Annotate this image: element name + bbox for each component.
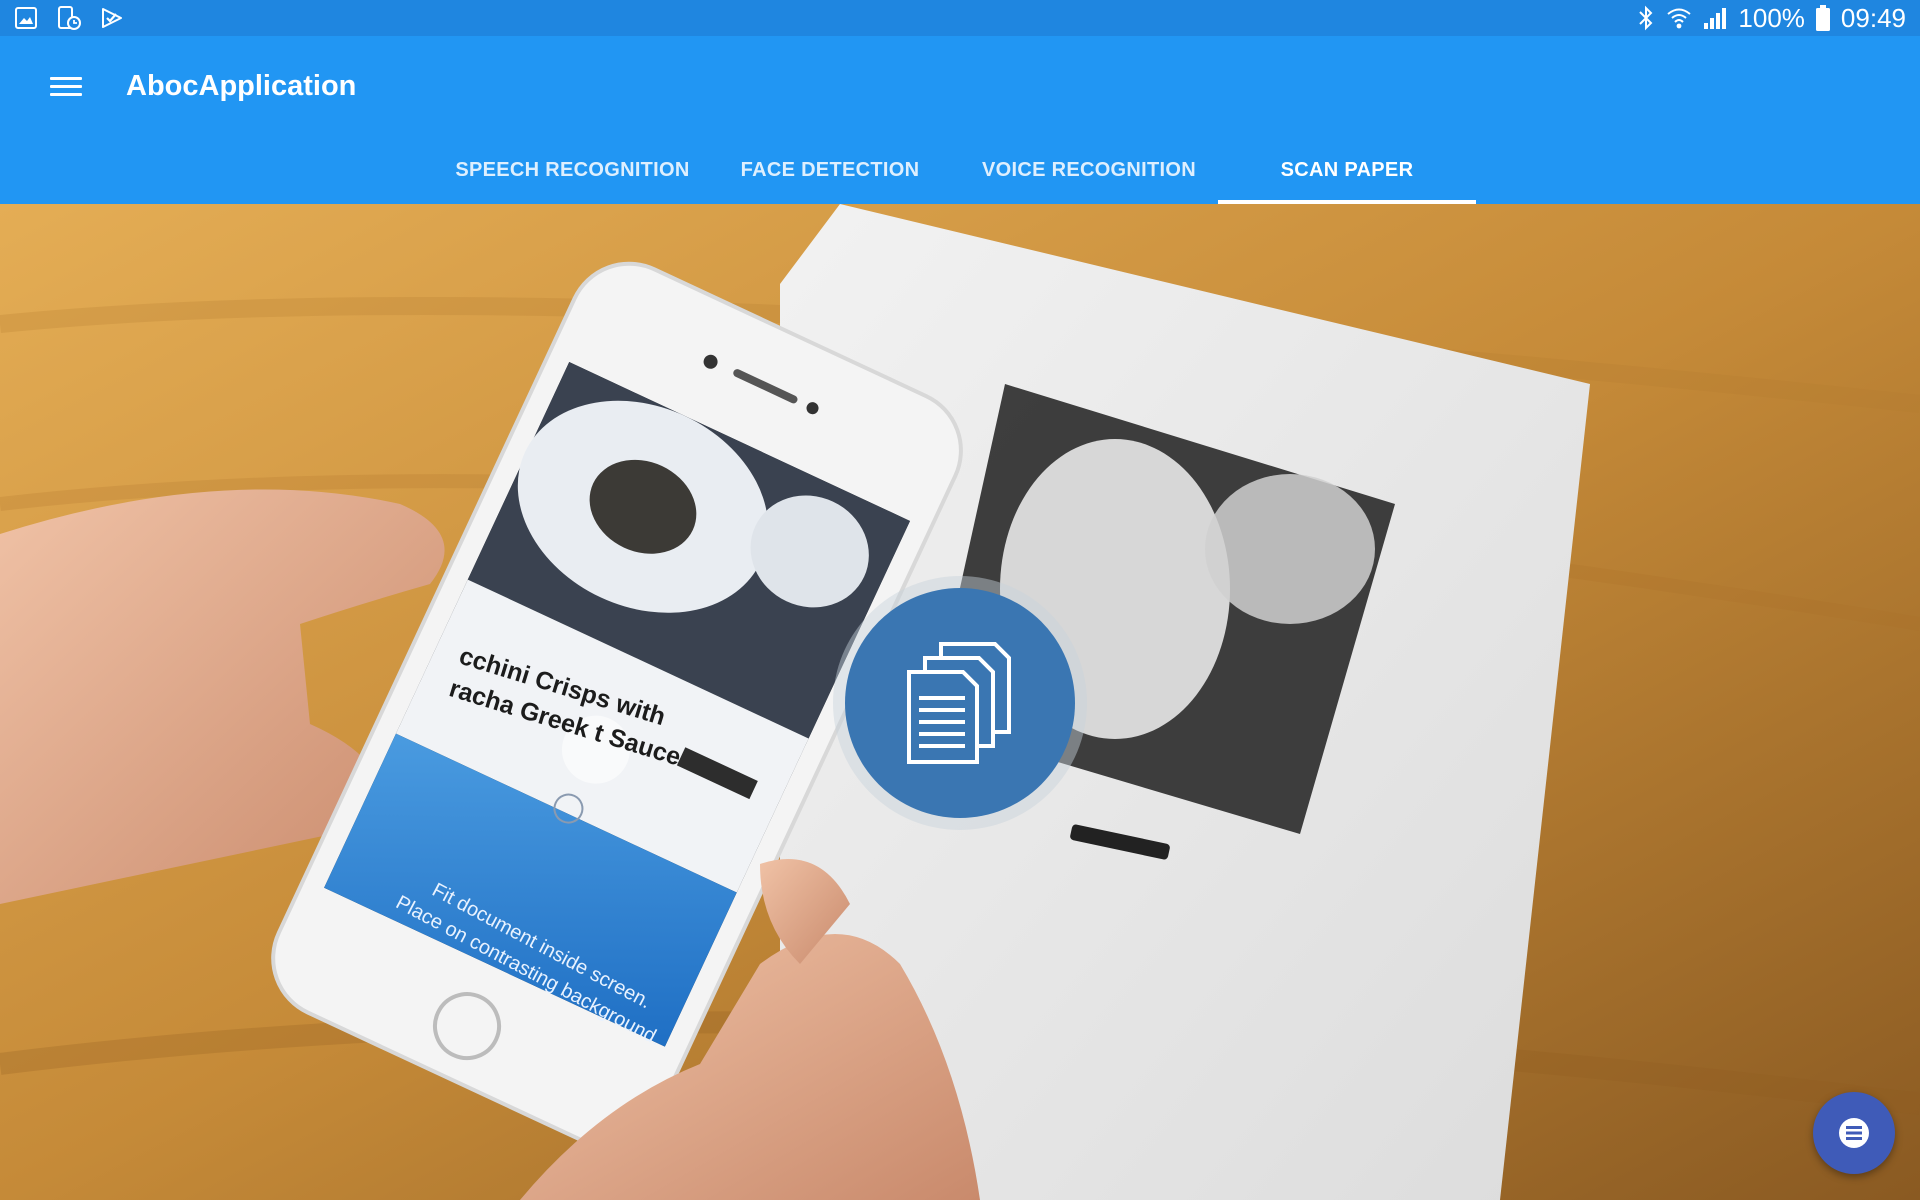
hero-image: cchini Crisps with racha Greek t Sauce F… bbox=[0, 204, 1920, 1200]
list-menu-icon bbox=[1839, 1118, 1869, 1148]
tab-face-detection[interactable]: FACE DETECTION bbox=[728, 144, 932, 204]
wifi-icon bbox=[1667, 8, 1692, 29]
status-left-icons bbox=[14, 5, 124, 31]
scan-paper-button[interactable] bbox=[845, 588, 1075, 818]
hamburger-menu-icon[interactable] bbox=[50, 72, 82, 100]
tab-scan-paper[interactable]: SCAN PAPER bbox=[1218, 144, 1476, 204]
device-clock-icon bbox=[58, 6, 81, 30]
status-time: 09:49 bbox=[1840, 3, 1906, 33]
battery-percent: 100% bbox=[1738, 3, 1805, 33]
documents-stack-icon bbox=[907, 642, 1011, 764]
tab-speech-recognition[interactable]: SPEECH RECOGNITION bbox=[445, 144, 700, 204]
signal-icon bbox=[1704, 8, 1727, 29]
play-check-icon bbox=[102, 8, 122, 28]
image-icon bbox=[15, 7, 37, 29]
floating-action-button[interactable] bbox=[1813, 1092, 1895, 1174]
tab-voice-recognition[interactable]: VOICE RECOGNITION bbox=[968, 144, 1210, 204]
tab-bar: SPEECH RECOGNITION FACE DETECTION VOICE … bbox=[0, 144, 1920, 204]
status-right: 100% 09:49 bbox=[1636, 2, 1906, 34]
status-bar: 100% 09:49 bbox=[0, 0, 1920, 36]
battery-icon bbox=[1815, 5, 1830, 31]
bluetooth-icon bbox=[1639, 5, 1653, 31]
app-title: AbocApplication bbox=[126, 70, 357, 102]
app-bar: AbocApplication SPEECH RECOGNITION FACE … bbox=[0, 36, 1920, 204]
